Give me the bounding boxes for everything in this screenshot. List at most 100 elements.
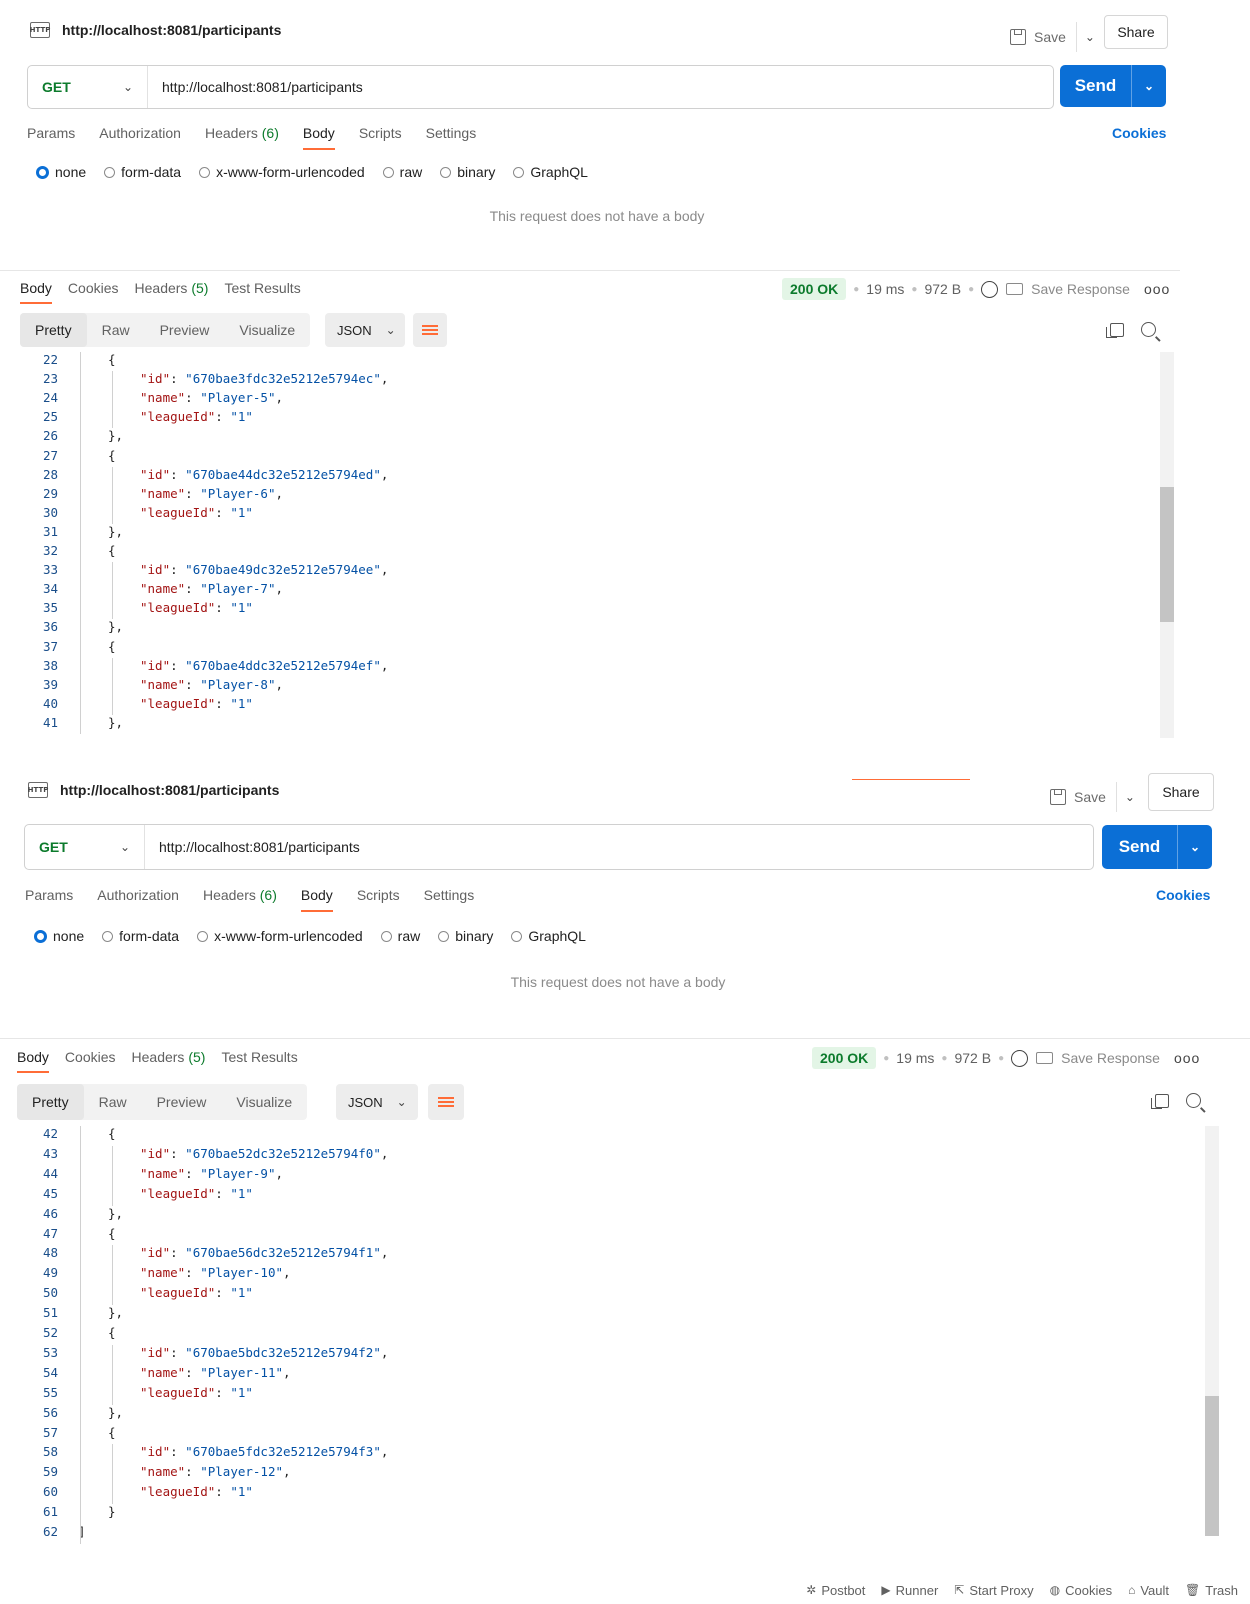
send-dropdown-icon[interactable]: ⌄ <box>1177 825 1212 869</box>
resp-tab-body[interactable]: Body <box>17 1049 49 1073</box>
request-title[interactable]: http://localhost:8081/participants <box>60 782 279 798</box>
tab-settings[interactable]: Settings <box>424 887 475 903</box>
resp-tab-cookies[interactable]: Cookies <box>68 280 119 296</box>
footer-trash[interactable]: 🗑 Trash <box>1185 1583 1238 1598</box>
status-badge[interactable]: 200 OK <box>812 1047 877 1069</box>
method-select[interactable]: GET ⌄ <box>25 825 145 869</box>
tab-scripts[interactable]: Scripts <box>359 125 402 141</box>
share-button[interactable]: Share <box>1148 773 1214 811</box>
search-icon[interactable] <box>1141 322 1156 337</box>
view-pretty[interactable]: Pretty <box>17 1084 84 1120</box>
tab-headers[interactable]: Headers (6) <box>205 125 279 141</box>
view-raw[interactable]: Raw <box>87 313 145 347</box>
radio-none[interactable]: none <box>36 164 86 180</box>
response-size[interactable]: 972 B <box>954 1050 991 1066</box>
copy-icon[interactable] <box>1151 1094 1169 1109</box>
footer-cookies[interactable]: ◍ Cookies <box>1050 1583 1112 1598</box>
resp-tab-cookies[interactable]: Cookies <box>65 1049 116 1065</box>
radio-urlencoded[interactable]: x-www-form-urlencoded <box>199 164 365 180</box>
resp-tab-headers[interactable]: Headers (5) <box>135 280 209 296</box>
radio-none[interactable]: none <box>34 928 84 944</box>
request-title[interactable]: http://localhost:8081/participants <box>62 22 281 38</box>
view-pretty[interactable]: Pretty <box>20 313 87 347</box>
line-number: 52 <box>42 1325 58 1340</box>
http-icon: HTTP <box>30 22 50 38</box>
radio-raw[interactable]: raw <box>382 164 423 180</box>
resp-tab-headers[interactable]: Headers (5) <box>132 1049 206 1065</box>
radio-label: raw <box>399 164 423 180</box>
status-badge[interactable]: 200 OK <box>782 278 847 300</box>
chevron-down-icon[interactable]: ⌄ <box>1125 790 1135 804</box>
response-code-editor[interactable]: 42 {43 "id": "670bae52dc32e5212e5794f0", 44… <box>0 1126 1205 1546</box>
tab-params[interactable]: Params <box>25 887 73 903</box>
save-button[interactable]: Save <box>1074 789 1106 805</box>
search-icon[interactable] <box>1186 1093 1201 1108</box>
globe-icon[interactable] <box>981 280 999 298</box>
resp-tab-body[interactable]: Body <box>20 280 52 304</box>
view-preview[interactable]: Preview <box>145 313 225 347</box>
more-options-icon[interactable]: ooo <box>1144 281 1170 297</box>
line-number: 32 <box>42 543 58 558</box>
wrap-lines-button[interactable] <box>413 313 447 347</box>
radio-urlencoded[interactable]: x-www-form-urlencoded <box>197 928 363 944</box>
radio-binary[interactable]: binary <box>440 164 495 180</box>
scrollbar-thumb[interactable] <box>1160 487 1174 622</box>
format-select[interactable]: JSON ⌄ <box>336 1084 418 1120</box>
response-time[interactable]: 19 ms <box>866 281 904 297</box>
radio-form-data[interactable]: form-data <box>102 928 179 944</box>
line-number: 36 <box>42 619 58 635</box>
url-input[interactable]: http://localhost:8081/participants <box>145 839 360 855</box>
indent-guide <box>112 562 113 620</box>
radio-binary[interactable]: binary <box>438 928 493 944</box>
resp-tab-test-results[interactable]: Test Results <box>224 280 300 296</box>
response-time[interactable]: 19 ms <box>896 1050 934 1066</box>
radio-form-data[interactable]: form-data <box>104 164 181 180</box>
send-button[interactable]: Send ⌄ <box>1060 65 1166 107</box>
code-line: "name": "Player-9", <box>140 1165 284 1181</box>
chevron-down-icon[interactable]: ⌄ <box>1085 30 1095 44</box>
format-select[interactable]: JSON ⌄ <box>325 313 405 347</box>
footer-runner[interactable]: ▶ Runner <box>881 1583 938 1598</box>
tab-authorization[interactable]: Authorization <box>99 125 181 141</box>
cookies-link[interactable]: Cookies <box>1156 887 1210 903</box>
code-line: { <box>108 1126 116 1141</box>
response-size[interactable]: 972 B <box>924 281 961 297</box>
tab-settings[interactable]: Settings <box>426 125 477 141</box>
code-line: { <box>108 543 116 558</box>
footer-vault[interactable]: ⌂ Vault <box>1128 1583 1169 1598</box>
wrap-lines-button[interactable] <box>428 1084 464 1120</box>
resp-tab-test-results[interactable]: Test Results <box>221 1049 297 1065</box>
url-input[interactable]: http://localhost:8081/participants <box>148 79 363 95</box>
more-options-icon[interactable]: ooo <box>1174 1050 1200 1066</box>
view-visualize[interactable]: Visualize <box>221 1084 307 1120</box>
globe-icon[interactable] <box>1011 1049 1029 1067</box>
cookies-link[interactable]: Cookies <box>1112 125 1166 141</box>
footer-start-proxy[interactable]: ⇱ Start Proxy <box>954 1583 1033 1598</box>
radio-raw[interactable]: raw <box>380 928 420 944</box>
save-response-button[interactable]: Save Response <box>1036 1050 1160 1066</box>
save-response-button[interactable]: Save Response <box>1006 281 1130 297</box>
footer-postbot[interactable]: ✲ Postbot <box>806 1583 865 1598</box>
tab-params[interactable]: Params <box>27 125 75 141</box>
radio-graphql[interactable]: GraphQL <box>513 164 588 180</box>
line-number: 51 <box>42 1305 58 1321</box>
copy-icon[interactable] <box>1106 323 1124 338</box>
send-button[interactable]: Send ⌄ <box>1102 825 1212 869</box>
radio-graphql[interactable]: GraphQL <box>511 928 586 944</box>
save-button[interactable]: Save <box>1034 29 1066 45</box>
tab-body[interactable]: Body <box>300 887 333 912</box>
view-visualize[interactable]: Visualize <box>224 313 310 347</box>
method-select[interactable]: GET ⌄ <box>28 66 148 108</box>
tab-headers[interactable]: Headers (6) <box>203 887 277 903</box>
tab-body[interactable]: Body <box>302 125 335 150</box>
share-button[interactable]: Share <box>1104 15 1168 49</box>
tab-scripts[interactable]: Scripts <box>357 887 400 903</box>
scrollbar-thumb[interactable] <box>1205 1396 1219 1536</box>
send-dropdown-icon[interactable]: ⌄ <box>1131 65 1166 107</box>
code-line: }, <box>108 1404 124 1420</box>
tab-authorization[interactable]: Authorization <box>97 887 179 903</box>
code-line: } <box>108 1504 116 1520</box>
response-code-editor[interactable]: 22 {23 "id": "670bae3fdc32e5212e5794ec", 24… <box>0 352 1160 736</box>
view-preview[interactable]: Preview <box>142 1084 222 1120</box>
view-raw[interactable]: Raw <box>84 1084 142 1120</box>
